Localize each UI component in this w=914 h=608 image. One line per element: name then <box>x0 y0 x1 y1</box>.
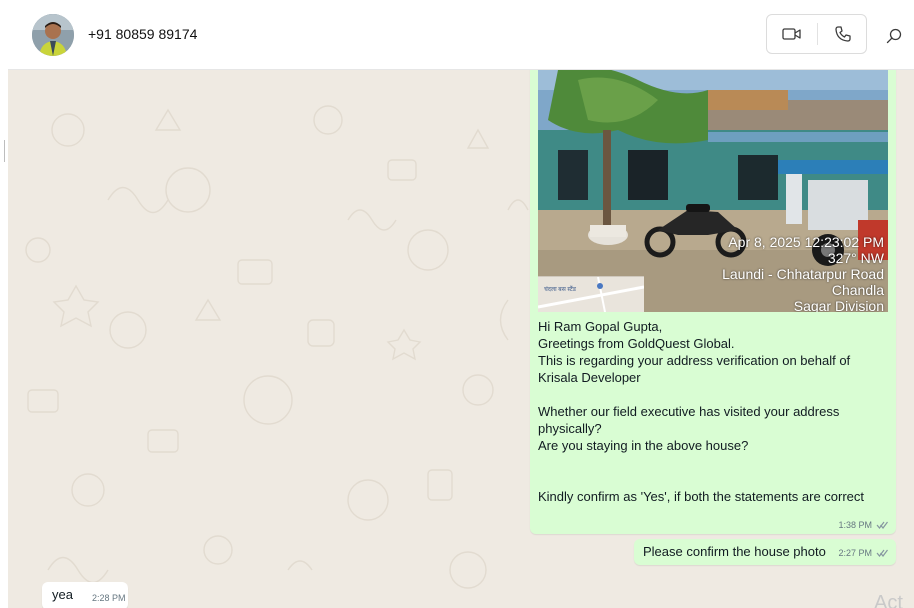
search-icon <box>886 28 902 44</box>
photo-overlay-bearing: 327° NW <box>827 250 884 266</box>
video-camera-icon <box>782 28 801 40</box>
call-buttons-group <box>766 14 867 54</box>
photo-overlay-road: Laundi - Chhatarpur Road <box>722 266 884 282</box>
photo-overlay-timestamp: Apr 8, 2025 12:23:02 PM <box>728 234 884 250</box>
image-message-text: Hi Ram Gopal Gupta, Greetings from GoldQ… <box>538 319 865 504</box>
confirm-message-text: Please confirm the house photo <box>643 544 826 559</box>
read-tick-icon <box>876 549 888 557</box>
chat-header: +91 80859 89174 <box>8 0 914 70</box>
photo-overlay-division: Sagar Division <box>793 298 884 312</box>
contact-name[interactable]: +91 80859 89174 <box>88 26 197 42</box>
map-thumbnail[interactable]: चंदला बस स्टैंड <box>538 276 644 312</box>
house-photo[interactable]: Apr 8, 2025 12:23:02 PM 327° NW Laundi -… <box>538 70 888 312</box>
reply-message-text: yea <box>52 587 73 602</box>
phone-icon <box>835 26 851 42</box>
image-message-bubble[interactable]: Apr 8, 2025 12:23:02 PM 327° NW Laundi -… <box>530 70 896 534</box>
contact-avatar[interactable] <box>32 14 74 56</box>
activation-watermark: Act <box>874 592 903 608</box>
search-button[interactable] <box>880 22 908 50</box>
confirm-message-bubble[interactable]: Please confirm the house photo 2:27 PM <box>634 539 896 565</box>
image-message-time: 1:38 PM <box>838 520 872 530</box>
image-message-meta: 1:38 PM <box>838 520 888 530</box>
confirm-message-meta: 2:27 PM <box>838 548 888 558</box>
read-tick-icon <box>876 521 888 529</box>
photo-overlay-town: Chandla <box>831 282 884 298</box>
map-pin-icon <box>538 277 644 312</box>
resize-handle[interactable] <box>4 140 5 162</box>
chat-area[interactable]: Apr 8, 2025 12:23:02 PM 327° NW Laundi -… <box>8 70 914 608</box>
confirm-message-time: 2:27 PM <box>838 548 872 558</box>
avatar-photo <box>32 14 74 56</box>
reply-message-bubble[interactable]: yea 2:28 PM <box>42 582 128 608</box>
reply-message-time: 2:28 PM <box>92 593 126 603</box>
voice-call-button[interactable] <box>818 15 868 53</box>
window-left-edge <box>0 0 8 608</box>
video-call-button[interactable] <box>767 15 817 53</box>
